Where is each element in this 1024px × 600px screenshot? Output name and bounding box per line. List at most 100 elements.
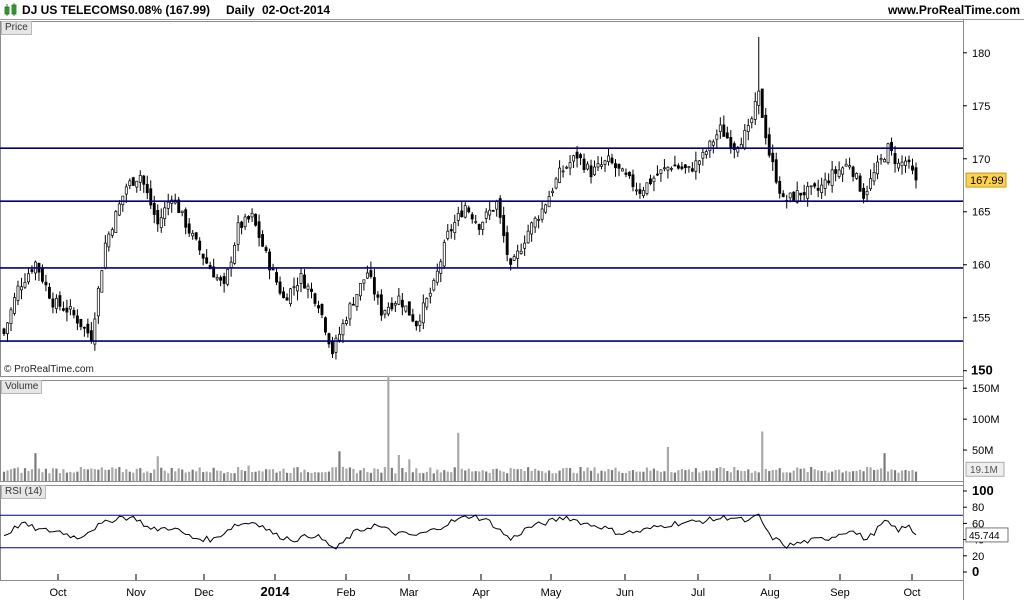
candle-body bbox=[687, 166, 691, 168]
volume-panel-frame bbox=[0, 380, 964, 482]
volume-bar bbox=[317, 472, 320, 481]
candle-body bbox=[47, 286, 51, 299]
volume-bar bbox=[506, 473, 509, 481]
candle-body bbox=[655, 173, 659, 176]
last-volume-label: 19.1M bbox=[970, 465, 998, 476]
candle-body bbox=[414, 320, 418, 327]
volume-bar bbox=[810, 467, 813, 481]
volume-bar bbox=[16, 467, 20, 481]
candle-body bbox=[799, 192, 803, 196]
rsi-axis-label: 80 bbox=[972, 502, 984, 514]
volume-bar bbox=[589, 470, 593, 481]
volume-bar bbox=[292, 467, 296, 481]
candle-body bbox=[642, 190, 645, 197]
volume-bar bbox=[876, 469, 879, 481]
price-axis-label: 180 bbox=[972, 48, 990, 60]
volume-bar bbox=[387, 375, 390, 481]
volume-bar bbox=[58, 473, 61, 481]
volume-bar bbox=[771, 469, 774, 481]
volume-bar bbox=[219, 470, 222, 481]
volume-bar bbox=[44, 468, 48, 481]
volume-bar bbox=[845, 470, 848, 481]
volume-bar bbox=[41, 472, 44, 481]
time-axis-label: May bbox=[541, 587, 562, 599]
chart-window: DJ US TELECOMS -0.08% (167.99) Daily 02-… bbox=[0, 0, 1024, 600]
volume-bar bbox=[209, 472, 212, 481]
volume-bar bbox=[373, 468, 376, 481]
volume-bar bbox=[761, 431, 764, 481]
volume-bar bbox=[313, 472, 317, 481]
volume-bar bbox=[499, 470, 502, 481]
volume-bar bbox=[544, 472, 547, 481]
source-link[interactable]: www.ProRealTime.com bbox=[888, 3, 1020, 17]
volume-bar bbox=[530, 470, 533, 481]
volume-bar bbox=[156, 456, 159, 481]
candle-body bbox=[372, 277, 376, 295]
candle-body bbox=[201, 253, 205, 259]
volume-bar bbox=[631, 470, 635, 481]
volume-bar bbox=[754, 471, 757, 481]
volume-bar bbox=[673, 472, 676, 481]
volume-bar bbox=[600, 470, 603, 481]
candle-body bbox=[138, 175, 142, 183]
volume-bar bbox=[561, 468, 565, 481]
volume-bar bbox=[261, 471, 264, 481]
volume-bar bbox=[478, 471, 481, 481]
volume-bar bbox=[160, 467, 163, 481]
candle-body bbox=[701, 151, 705, 159]
volume-bar bbox=[163, 470, 166, 481]
candle-body bbox=[659, 169, 663, 174]
volume-bar bbox=[757, 472, 760, 481]
candle-body bbox=[781, 193, 785, 197]
volume-bar bbox=[257, 470, 261, 481]
candle-body bbox=[778, 181, 782, 194]
volume-bar bbox=[764, 469, 767, 481]
candle-body bbox=[254, 213, 258, 226]
volume-bar bbox=[694, 468, 697, 481]
candles-group bbox=[2, 36, 918, 360]
candle-body bbox=[407, 301, 411, 316]
candle-body bbox=[289, 288, 292, 304]
candle-body bbox=[13, 297, 16, 314]
volume-bar bbox=[394, 473, 397, 481]
candle-body bbox=[711, 141, 715, 146]
volume-bar bbox=[167, 473, 170, 481]
volume-bar bbox=[610, 470, 614, 481]
volume-bar bbox=[188, 471, 191, 481]
volume-bar bbox=[334, 467, 338, 481]
volume-bar bbox=[666, 446, 669, 481]
volume-bar bbox=[796, 467, 799, 481]
volume-bar bbox=[677, 470, 680, 481]
volume-bar bbox=[202, 472, 205, 481]
rsi-axis-label: 0 bbox=[972, 564, 979, 579]
volume-bar bbox=[100, 467, 103, 481]
price-axis-label: 165 bbox=[972, 207, 990, 219]
candle-body bbox=[753, 101, 757, 120]
candle-body bbox=[65, 307, 69, 313]
volume-bar bbox=[174, 471, 177, 481]
candle-body bbox=[512, 256, 516, 261]
candle-body bbox=[278, 281, 282, 294]
volume-bar bbox=[568, 468, 572, 481]
candle-body bbox=[635, 189, 638, 192]
candle-body bbox=[145, 183, 149, 194]
candle-body bbox=[6, 322, 9, 335]
candle-body bbox=[886, 143, 890, 163]
candle-body bbox=[166, 201, 170, 209]
volume-bar bbox=[750, 472, 753, 481]
volume-bar bbox=[852, 471, 855, 481]
volume-bar bbox=[264, 469, 268, 481]
candle-body bbox=[390, 302, 394, 310]
candle-body bbox=[862, 187, 866, 199]
volume-bar bbox=[513, 468, 516, 481]
candle-body bbox=[236, 222, 240, 245]
volume-bar bbox=[142, 472, 145, 481]
volume-bar bbox=[733, 466, 736, 481]
candle-body bbox=[163, 207, 167, 220]
volume-bar bbox=[457, 432, 460, 481]
candle-body bbox=[683, 164, 687, 169]
candle-body bbox=[750, 118, 754, 124]
candle-body bbox=[194, 232, 198, 240]
candle-body bbox=[226, 269, 230, 285]
volume-bar bbox=[65, 472, 68, 481]
